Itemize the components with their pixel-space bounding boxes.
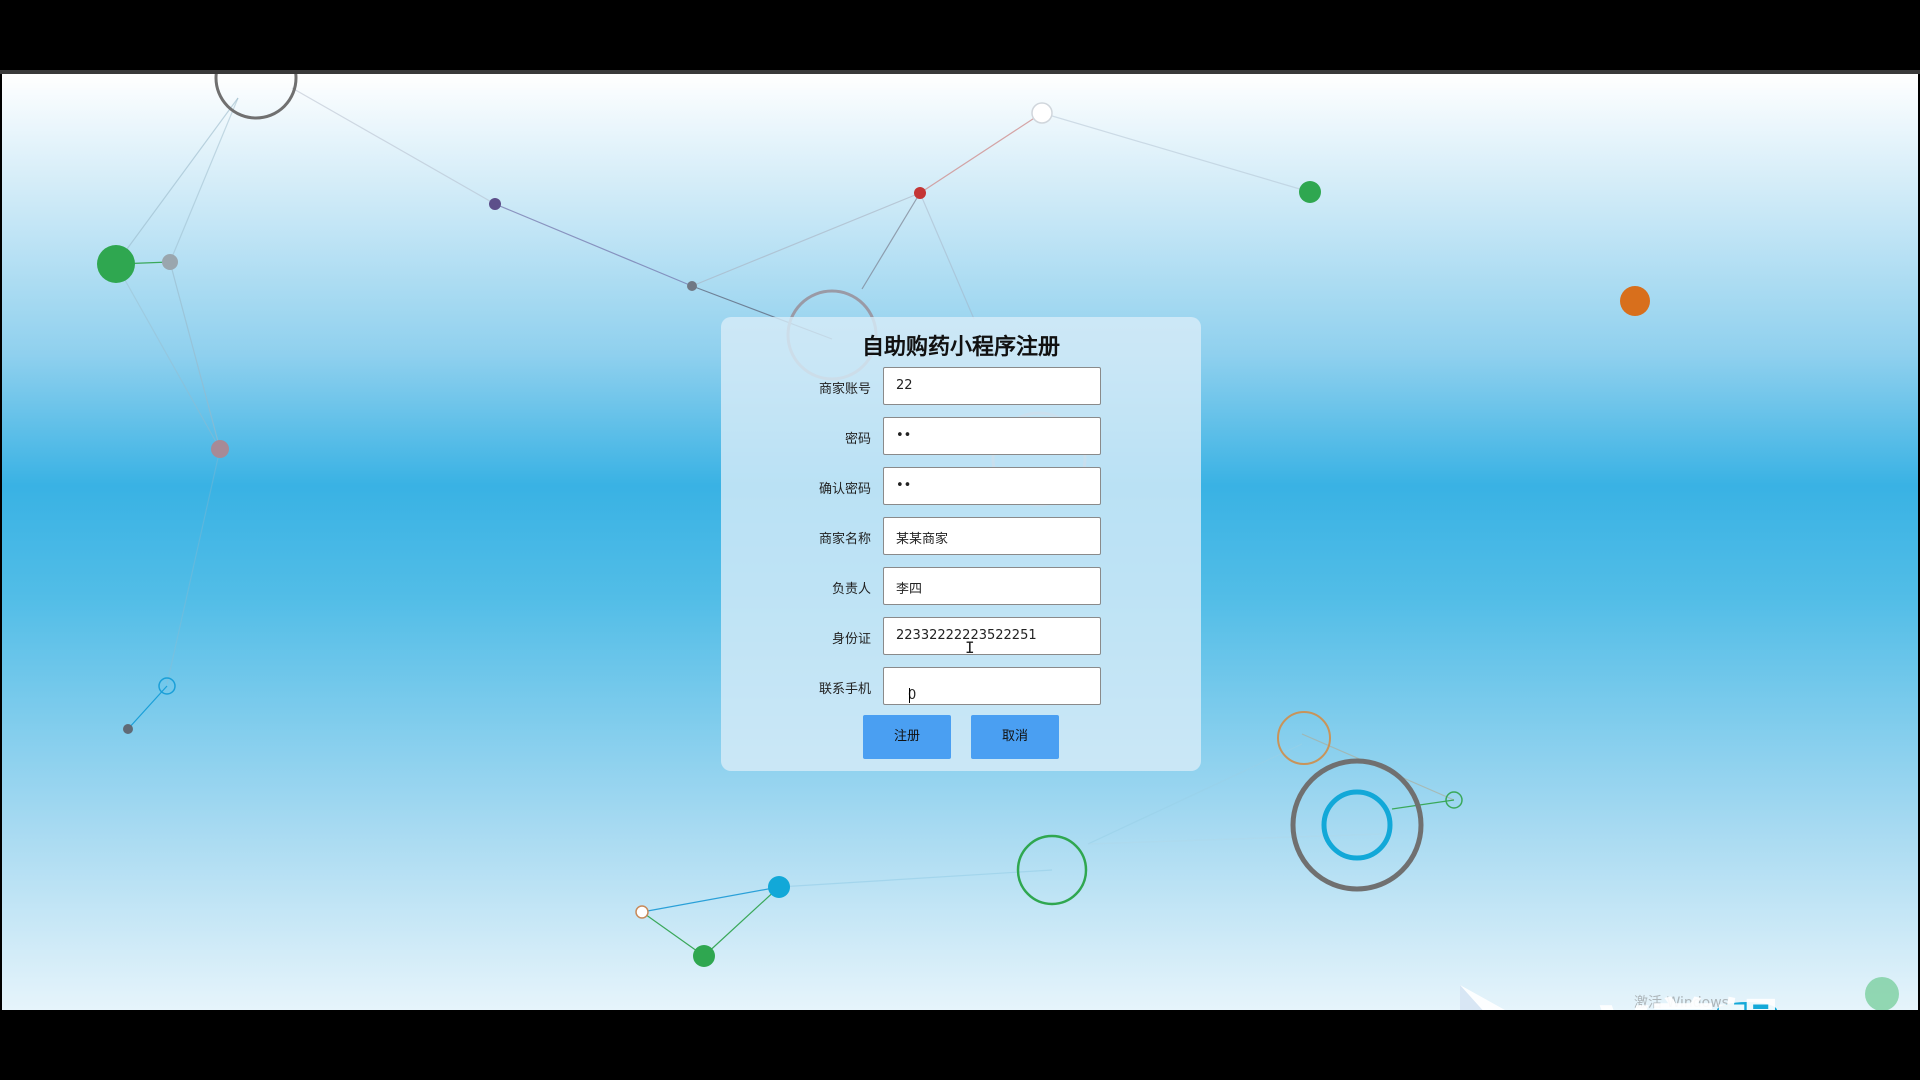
confirm-password-value: •• <box>896 478 912 493</box>
particle-link <box>703 886 780 957</box>
particle-link <box>291 87 496 205</box>
particle-ring <box>1290 758 1424 892</box>
page-title: 自助购药小程序注册 <box>861 335 1060 360</box>
person-in-charge-label: 负责人 <box>831 582 871 597</box>
particle-dot <box>123 724 133 734</box>
particle-ring <box>635 905 649 919</box>
merchant-account-label: 商家账号 <box>818 382 871 397</box>
particle-link <box>115 263 221 450</box>
browser-viewport: 自助购药小程序注册 商家账号 22 密码 •• 确认密码 •• 商家名称 某某商… <box>2 74 1918 1010</box>
particle-link <box>861 192 921 290</box>
particle-link <box>115 97 239 265</box>
particle-dot <box>687 281 697 291</box>
particle-link <box>919 112 1043 194</box>
particle-link <box>1391 799 1455 810</box>
particle-link <box>691 192 921 287</box>
contact-phone-label: 联系手机 <box>818 682 871 697</box>
password-label: 密码 <box>844 432 871 447</box>
particle-dot <box>97 245 135 283</box>
text-caret <box>909 688 910 703</box>
particle-link <box>641 911 705 957</box>
person-in-charge-row: 负责人 李四 <box>721 567 1201 607</box>
particle-link <box>166 448 221 685</box>
merchant-name-row: 商家名称 某某商家 <box>721 517 1201 557</box>
password-value: •• <box>896 428 912 443</box>
play-logo-icon <box>1460 985 1505 1010</box>
particle-dot <box>1299 181 1321 203</box>
password-input[interactable]: •• <box>883 417 1101 455</box>
particle-link <box>919 192 975 320</box>
particle-ring <box>1321 789 1393 861</box>
particle-link <box>1087 833 1383 845</box>
particle-dot <box>1620 286 1650 316</box>
particle-link <box>641 886 780 913</box>
register-button[interactable]: 注册 <box>863 715 951 759</box>
merchant-name-value: 某某商家 <box>896 532 949 547</box>
contact-phone-row: 联系手机 0 <box>721 667 1201 707</box>
particle-link <box>778 869 1053 888</box>
register-panel: 自助购药小程序注册 商家账号 22 密码 •• 确认密码 •• 商家名称 某某商… <box>721 317 1201 771</box>
id-card-row: 身份证 22332222223522251 <box>721 617 1201 657</box>
merchant-account-input[interactable]: 22 <box>883 367 1101 405</box>
merchant-name-label: 商家名称 <box>818 532 871 547</box>
video-frame: 自助购药小程序注册 商家账号 22 密码 •• 确认密码 •• 商家名称 某某商… <box>0 0 1920 1080</box>
particle-dot <box>211 440 229 458</box>
id-card-label: 身份证 <box>831 632 871 647</box>
confirm-password-label: 确认密码 <box>818 482 871 497</box>
merchant-account-row: 商家账号 22 <box>721 367 1201 407</box>
ibeam-cursor-icon: I <box>965 638 975 657</box>
person-in-charge-input[interactable]: 李四 <box>883 567 1101 605</box>
merchant-account-value: 22 <box>896 378 913 393</box>
person-in-charge-value: 李四 <box>896 582 923 597</box>
id-card-input[interactable]: 22332222223522251 <box>883 617 1101 655</box>
contact-phone-input[interactable]: 0 <box>883 667 1101 705</box>
confirm-password-input[interactable]: •• <box>883 467 1101 505</box>
ev-watermark: eV剪辑 <box>1452 979 1832 1010</box>
particle-dot <box>768 876 790 898</box>
particle-dot <box>1865 977 1899 1010</box>
particle-ring <box>1277 711 1331 765</box>
confirm-password-row: 确认密码 •• <box>721 467 1201 507</box>
particle-link <box>1041 112 1311 193</box>
password-row: 密码 •• <box>721 417 1201 457</box>
particle-dot <box>693 945 715 967</box>
watermark-text: eV剪辑 <box>1554 979 1783 1010</box>
particle-dot <box>489 198 501 210</box>
particle-link <box>169 97 239 263</box>
merchant-name-input[interactable]: 某某商家 <box>883 517 1101 555</box>
particle-link <box>169 261 221 450</box>
particle-link <box>494 203 693 287</box>
cancel-button[interactable]: 取消 <box>971 715 1059 759</box>
particle-ring <box>1031 102 1053 124</box>
particle-dot <box>914 187 926 199</box>
particle-dot <box>162 254 178 270</box>
